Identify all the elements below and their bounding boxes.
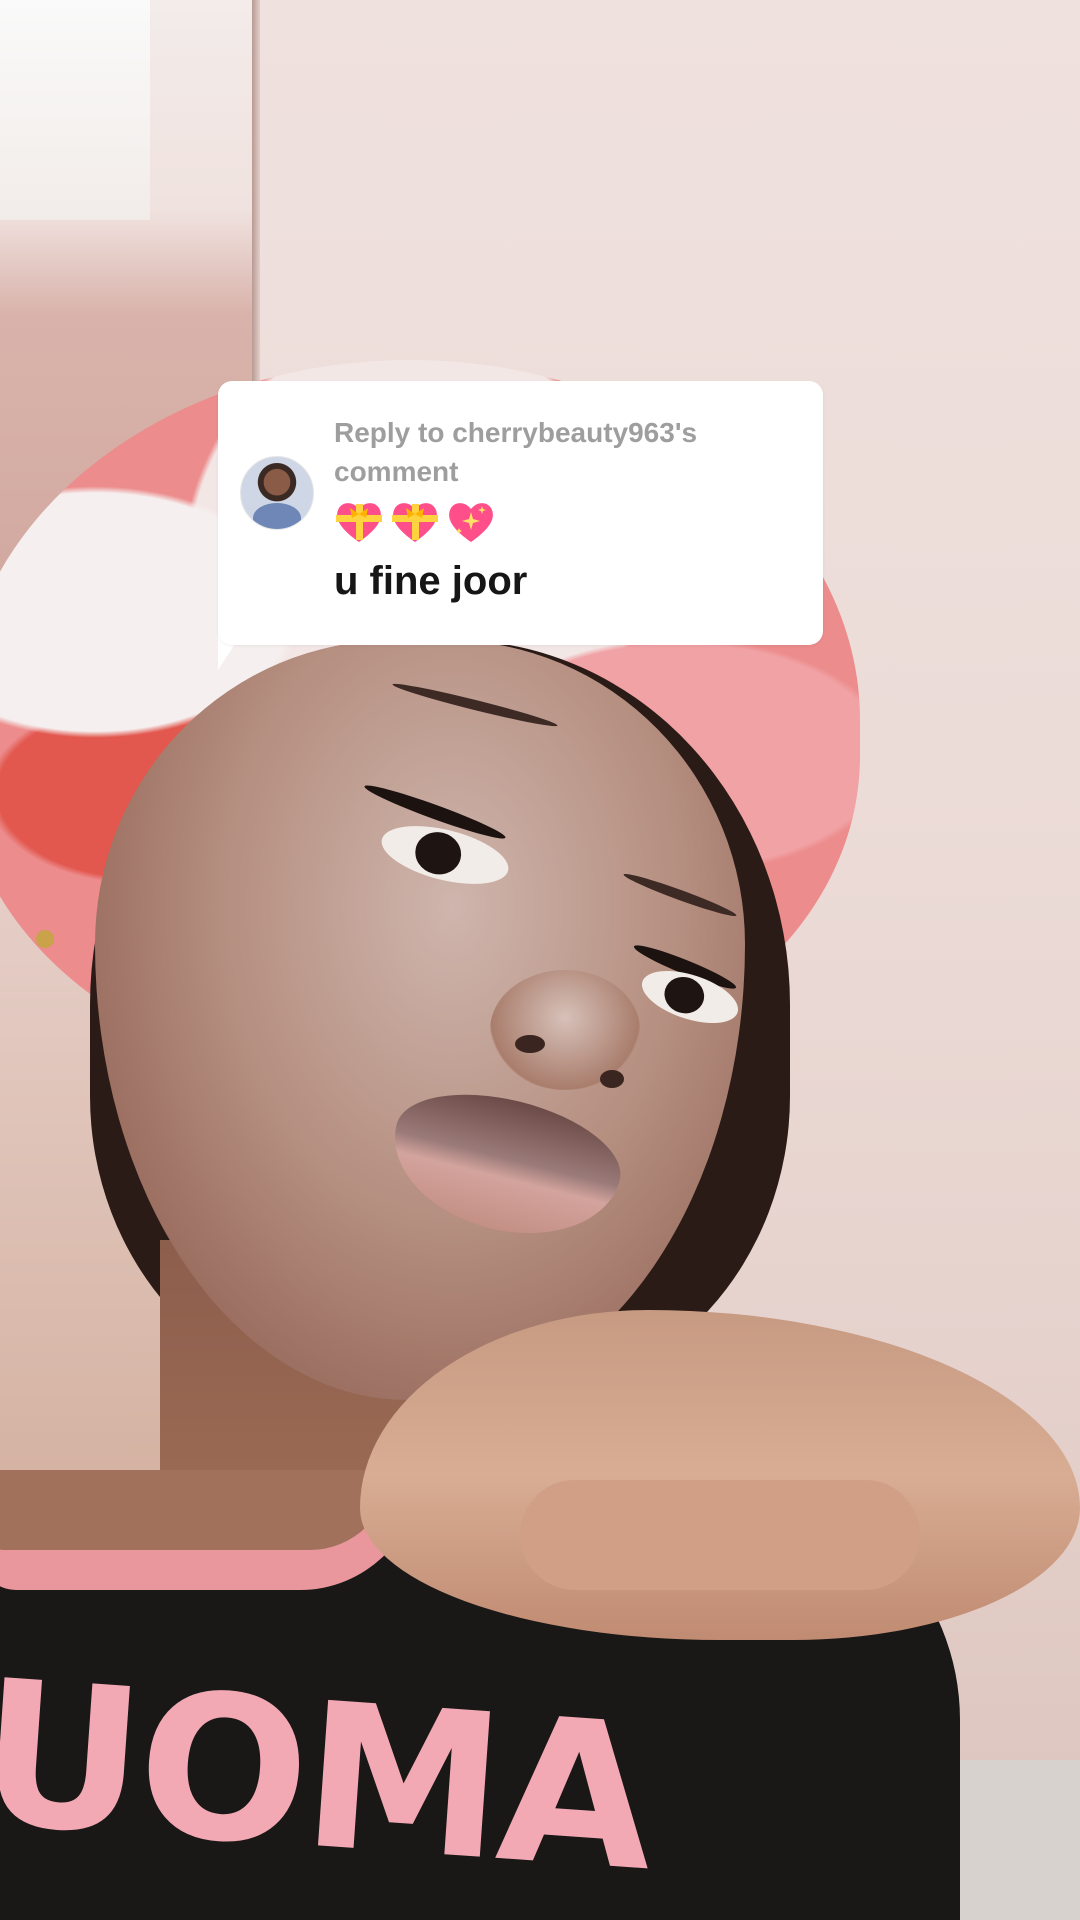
heart-with-ribbon-icon (390, 498, 440, 544)
shirt-print-text: UOMA (0, 1636, 658, 1917)
earring (36, 930, 54, 948)
nostril (600, 1070, 624, 1088)
nostril (515, 1035, 545, 1053)
finger (520, 1480, 920, 1590)
background-window-light (0, 0, 150, 220)
heart-with-ribbon-icon (334, 498, 384, 544)
reply-to-label: Reply to cherrybeauty963's comment (334, 417, 698, 487)
background-tiles (960, 1760, 1080, 1920)
reply-comment-card[interactable]: Reply to cherrybeauty963's comment u fin… (218, 381, 823, 645)
commenter-avatar[interactable] (240, 456, 314, 530)
neckline (0, 1470, 390, 1550)
comment-emoji-row (334, 498, 502, 555)
reply-comment-text: u fine joor (334, 559, 528, 603)
background-door-edge (252, 0, 260, 420)
video-frame[interactable]: UOMA Reply to cherrybeauty963's comment (0, 0, 1080, 1920)
sparkling-heart-icon (446, 498, 496, 544)
